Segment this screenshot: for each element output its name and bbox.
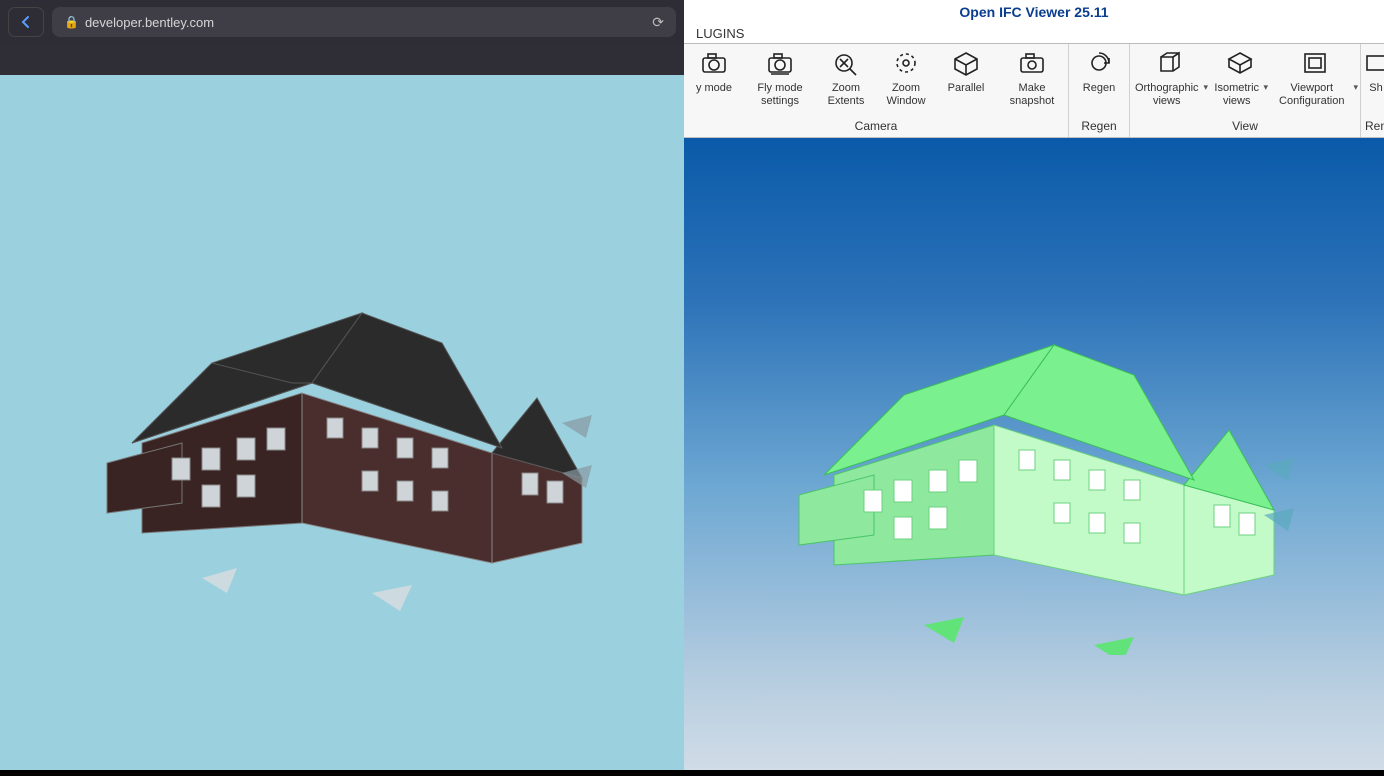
- zoom-window-button[interactable]: Zoom Window: [876, 48, 936, 108]
- bottom-border: [0, 770, 1384, 776]
- ifc-viewer-window: Open IFC Viewer 25.11 LUGINS y mode: [684, 0, 1384, 776]
- shaded-icon: [1359, 48, 1384, 78]
- ribbon: y mode Fly mode settings Zoom Extents: [684, 44, 1384, 138]
- regen-group-label: Regen: [1069, 119, 1129, 137]
- ifc-tab-bar: LUGINS: [684, 20, 1384, 44]
- view-group: Orthographic views▾ Isometric views▾ Vie…: [1130, 44, 1361, 137]
- render-group-label: Ren: [1361, 119, 1384, 137]
- lock-icon: 🔒: [64, 15, 79, 29]
- snapshot-icon: [1015, 48, 1049, 78]
- left-3d-viewport[interactable]: [0, 75, 684, 776]
- isometric-icon: [1223, 48, 1257, 78]
- tab-plugins[interactable]: LUGINS: [688, 24, 752, 43]
- parallel-button[interactable]: Parallel: [936, 48, 996, 108]
- regen-icon: [1082, 48, 1116, 78]
- safari-tab-strip: [0, 44, 684, 75]
- regen-button[interactable]: Regen: [1069, 48, 1129, 108]
- safari-toolbar: 🔒 developer.bentley.com ⟳: [0, 0, 684, 44]
- fly-mode-settings-button[interactable]: Fly mode settings: [744, 48, 816, 108]
- cube-icon: [949, 48, 983, 78]
- camera-group-label: Camera: [684, 119, 1068, 137]
- render-group: Sh Ren: [1361, 44, 1384, 137]
- chevron-down-icon: ▾: [1263, 82, 1268, 92]
- url-text: developer.bentley.com: [85, 15, 214, 30]
- camera-group: y mode Fly mode settings Zoom Extents: [684, 44, 1069, 137]
- ortho-cube-icon: [1153, 48, 1187, 78]
- camera-gear-icon: [763, 48, 797, 78]
- safari-url-bar[interactable]: 🔒 developer.bentley.com ⟳: [52, 7, 676, 37]
- zoom-extents-icon: [829, 48, 863, 78]
- viewport-config-button[interactable]: Viewport Configuration▾: [1270, 48, 1360, 108]
- right-3d-viewport[interactable]: [684, 138, 1384, 776]
- chevron-left-icon: [18, 14, 34, 30]
- camera-icon: [697, 48, 731, 78]
- screen: 🔒 developer.bentley.com ⟳: [0, 0, 1384, 776]
- zoom-extents-button[interactable]: Zoom Extents: [816, 48, 876, 108]
- reload-icon[interactable]: ⟳: [652, 14, 664, 31]
- zoom-window-icon: [889, 48, 923, 78]
- ifc-title: Open IFC Viewer 25.11: [684, 0, 1384, 20]
- regen-group: Regen Regen: [1069, 44, 1130, 137]
- fly-mode-button[interactable]: y mode: [684, 48, 744, 108]
- isometric-views-button[interactable]: Isometric views▾: [1210, 48, 1270, 108]
- house-model-green: [754, 255, 1314, 660]
- safari-window: 🔒 developer.bentley.com ⟳: [0, 0, 684, 776]
- make-snapshot-button[interactable]: Make snapshot: [996, 48, 1068, 108]
- shaded-button[interactable]: Sh: [1361, 48, 1384, 108]
- view-group-label: View: [1130, 119, 1360, 137]
- house-model-dark: [62, 223, 622, 628]
- viewport-config-icon: [1298, 48, 1332, 78]
- chevron-down-icon: ▾: [1353, 82, 1358, 92]
- chevron-down-icon: ▾: [1203, 82, 1208, 92]
- safari-back-button[interactable]: [8, 7, 44, 37]
- orthographic-views-button[interactable]: Orthographic views▾: [1130, 48, 1210, 108]
